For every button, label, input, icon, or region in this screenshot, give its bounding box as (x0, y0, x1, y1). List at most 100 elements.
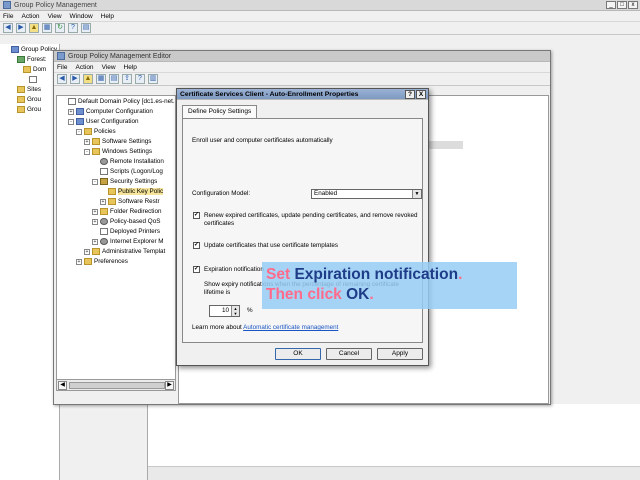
menu-view[interactable]: View (48, 13, 62, 20)
dialog-help-button[interactable]: ? (405, 90, 415, 99)
collapse-icon[interactable]: - (68, 118, 74, 125)
maximize-icon[interactable]: □ (617, 1, 627, 9)
gpme-tree-item[interactable]: + Folder Redirection (92, 208, 161, 215)
forward-arrow-icon[interactable]: ▶ (16, 23, 26, 33)
gpme-export-icon[interactable]: ⇪ (122, 74, 132, 84)
gpme-tree-label: Computer Configuration (86, 108, 153, 115)
scroll-right-icon[interactable]: ▶ (165, 381, 174, 390)
percent-spinbox[interactable]: 10 ▲ ▼ (209, 305, 240, 317)
gpme-tree-item[interactable]: + Preferences (76, 258, 128, 265)
config-model-select[interactable]: Enabled ▼ (311, 189, 422, 199)
menu-help[interactable]: Help (101, 13, 114, 20)
gpme-forward-icon[interactable]: ▶ (70, 74, 80, 84)
gpm-tree-item[interactable]: Grou (9, 96, 41, 103)
sec-node-icon (100, 178, 108, 185)
gpme-tree-item[interactable]: + Software Settings (84, 138, 151, 145)
gpme-tree-item[interactable]: + Software Restr (100, 198, 160, 205)
gpme-tree-item[interactable]: Public Key Polic (100, 188, 164, 195)
gpme-tree-item[interactable]: - Policies (76, 128, 116, 135)
gpm-tree-item[interactable]: Forest: (9, 56, 47, 63)
menu-window[interactable]: Window (70, 13, 93, 20)
expand-icon[interactable]: + (84, 138, 90, 145)
gpme-menu-action[interactable]: Action (75, 64, 93, 71)
scroll-left-icon[interactable]: ◀ (58, 381, 67, 390)
expand-icon[interactable]: + (92, 208, 98, 215)
gpm-tree-item[interactable]: Group Policy (3, 46, 57, 53)
dialog-tabs: Define Policy Settings (182, 105, 258, 119)
gpme-menu-file[interactable]: File (57, 64, 67, 71)
gpme-properties-icon[interactable]: ▥ (148, 74, 158, 84)
collapse-icon[interactable]: - (84, 148, 90, 155)
show-hide-tree-icon[interactable]: ▦ (42, 23, 52, 33)
expand-icon[interactable]: + (84, 248, 90, 255)
gpme-menu-view[interactable]: View (102, 64, 116, 71)
gpme-tree-item[interactable]: - User Configuration (68, 118, 139, 125)
gpme-tree-item[interactable]: - Security Settings (92, 178, 157, 185)
gpme-help-icon[interactable]: ? (135, 74, 145, 84)
folder-node-icon (23, 66, 31, 73)
gpme-menu-help[interactable]: Help (124, 64, 137, 71)
gpm-content-pane[interactable] (147, 404, 640, 480)
expand-icon[interactable]: + (76, 258, 82, 265)
callout-period-2: . (369, 286, 374, 303)
properties-icon[interactable]: ▤ (81, 23, 91, 33)
gpme-list-icon[interactable]: ▤ (109, 74, 119, 84)
chevron-down-icon[interactable]: ▼ (412, 190, 421, 198)
gpme-tree-item[interactable]: + Policy-based QoS (92, 218, 160, 225)
collapse-icon[interactable]: - (92, 178, 98, 185)
folder-node-icon (84, 258, 92, 265)
gpme-tree-pane[interactable]: Default Domain Policy [dc1.es-net. + Compu… (56, 95, 176, 391)
expiration-checkbox[interactable]: ✓ (193, 266, 200, 273)
gpme-tree-hscrollbar[interactable]: ◀ ▶ (56, 379, 176, 391)
close-icon[interactable]: x (628, 1, 638, 9)
gpme-tree-label: Preferences (94, 258, 128, 265)
gpm-tree-item[interactable]: Sites (9, 86, 41, 93)
gpme-tree-item[interactable]: Deployed Printers (92, 228, 160, 235)
gpme-tree-item[interactable]: + Administrative Templat (84, 248, 165, 255)
expand-icon[interactable]: + (68, 108, 74, 115)
expand-icon[interactable]: + (92, 238, 98, 245)
collapse-icon[interactable]: - (76, 128, 82, 135)
gpme-tree-label: Internet Explorer M (110, 238, 164, 245)
apply-button[interactable]: Apply (377, 348, 423, 360)
help-icon[interactable]: ? (68, 23, 78, 33)
gpme-tree-item[interactable]: Remote Installation (92, 158, 164, 165)
dialog-close-button[interactable]: X (416, 90, 426, 99)
cancel-button[interactable]: Cancel (326, 348, 372, 360)
gpme-tree-toggle-icon[interactable]: ▦ (96, 74, 106, 84)
folder-node-icon (100, 208, 108, 215)
gpme-tree-item[interactable]: - Windows Settings (84, 148, 152, 155)
spin-updown-icon[interactable]: ▲ ▼ (231, 306, 239, 316)
gpme-tree-item[interactable]: + Internet Explorer M (92, 238, 164, 245)
gpm-window-controls: _ □ x (606, 1, 638, 9)
folder-node-icon (108, 188, 116, 195)
gpm-tree-label: Sites (27, 86, 41, 93)
tab-define-policy-settings[interactable]: Define Policy Settings (182, 105, 258, 119)
renew-checkbox[interactable]: ✓ (193, 212, 200, 219)
gpm-tree-item[interactable]: Dom (15, 66, 46, 73)
scroll-thumb[interactable] (69, 382, 165, 389)
refresh-icon[interactable]: ↻ (55, 23, 65, 33)
menu-action[interactable]: Action (21, 13, 39, 20)
gpme-back-icon[interactable]: ◀ (57, 74, 67, 84)
gear-node-icon (100, 158, 108, 165)
minimize-icon[interactable]: _ (606, 1, 616, 9)
gpm-tree-item[interactable] (21, 76, 39, 83)
gpme-up-icon[interactable]: ▲ (83, 74, 93, 84)
gpm-title: Group Policy Management (14, 1, 97, 9)
update-templates-checkbox[interactable]: ✓ (193, 242, 200, 249)
learn-more-link[interactable]: Automatic certificate management (243, 324, 338, 331)
gpme-tree-label: Policy-based QoS (110, 218, 161, 225)
gpme-tree-item[interactable]: Scripts (Logon/Log (92, 168, 163, 175)
gpm-tree-label: Grou (27, 96, 41, 103)
ok-button[interactable]: OK (275, 348, 321, 360)
gpm-tree-item[interactable]: Grou (9, 106, 41, 113)
gpme-tree-item[interactable]: + Computer Configuration (68, 108, 153, 115)
up-folder-icon[interactable]: ▲ (29, 23, 39, 33)
back-arrow-icon[interactable]: ◀ (3, 23, 13, 33)
expand-icon[interactable]: + (92, 218, 98, 225)
expand-icon[interactable]: + (100, 198, 106, 205)
gpme-tree-item[interactable]: Default Domain Policy [dc1.es-net. (60, 98, 175, 105)
gpm-tree-pane[interactable]: Group Policy Forest: Dom Sites Grou Grou (0, 44, 60, 480)
menu-file[interactable]: File (3, 13, 13, 20)
